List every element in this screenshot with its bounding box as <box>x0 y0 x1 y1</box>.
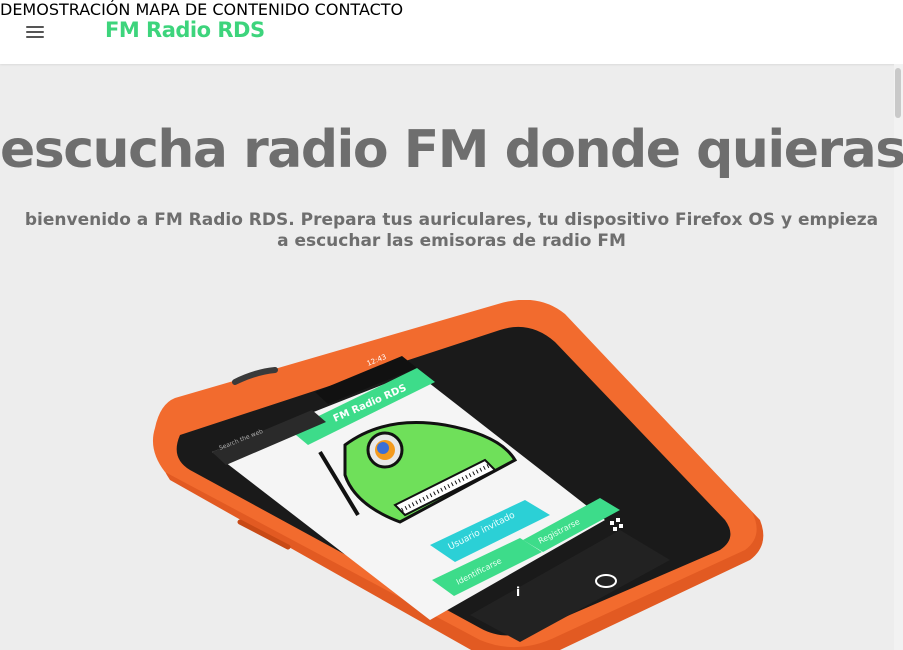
top-app-bar: FM Radio RDS DEMOSTRACIÓN MAPA DE CONTEN… <box>0 0 903 64</box>
main-nav: DEMOSTRACIÓN MAPA DE CONTENIDO CONTACTO <box>0 0 903 19</box>
brand-logo[interactable]: FM Radio RDS <box>105 18 265 42</box>
nav-contacto[interactable]: CONTACTO <box>315 0 403 19</box>
phone-illustration: 12:43 FM Radio RDS Search the web Usuari… <box>153 300 764 650</box>
nav-mapa-contenido[interactable]: MAPA DE CONTENIDO <box>135 0 309 19</box>
hero-subtitle: bienvenido a FM Radio RDS. Prepara tus a… <box>24 210 879 251</box>
info-icon[interactable]: i <box>516 585 520 599</box>
hero-title: escucha radio FM donde quieras <box>0 120 903 180</box>
nav-demostracion[interactable]: DEMOSTRACIÓN <box>0 0 130 19</box>
scrollbar-thumb[interactable] <box>895 68 901 118</box>
menu-icon[interactable] <box>26 24 46 40</box>
